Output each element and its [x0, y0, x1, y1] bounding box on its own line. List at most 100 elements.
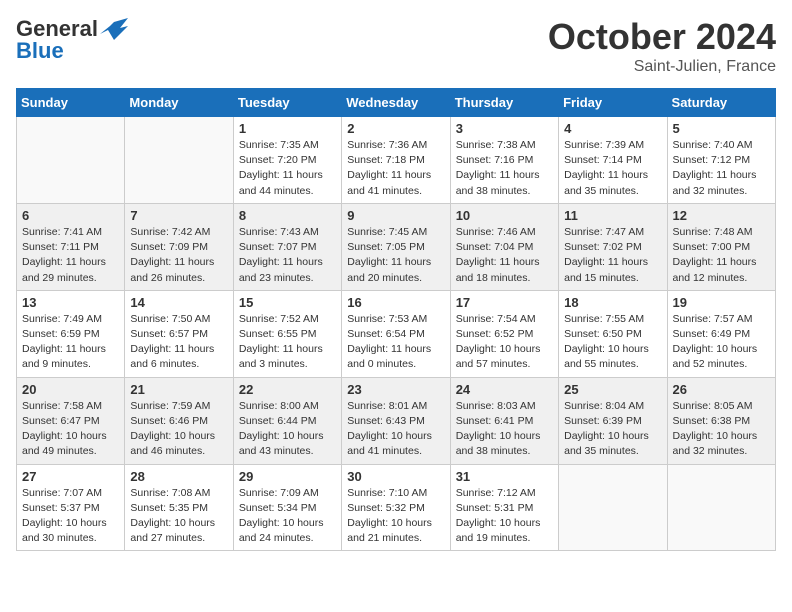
day-number: 12 [673, 208, 770, 223]
day-number: 22 [239, 382, 336, 397]
day-number: 1 [239, 121, 336, 136]
calendar-day-cell: 24Sunrise: 8:03 AM Sunset: 6:41 PM Dayli… [450, 377, 558, 464]
calendar-week-row: 27Sunrise: 7:07 AM Sunset: 5:37 PM Dayli… [17, 464, 776, 551]
col-friday: Friday [559, 89, 667, 117]
day-info: Sunrise: 7:36 AM Sunset: 7:18 PM Dayligh… [347, 138, 444, 199]
day-info: Sunrise: 7:45 AM Sunset: 7:05 PM Dayligh… [347, 225, 444, 286]
calendar-day-cell: 19Sunrise: 7:57 AM Sunset: 6:49 PM Dayli… [667, 290, 775, 377]
calendar-day-cell [125, 117, 233, 204]
calendar-week-row: 13Sunrise: 7:49 AM Sunset: 6:59 PM Dayli… [17, 290, 776, 377]
calendar-day-cell [17, 117, 125, 204]
logo: General Blue [16, 16, 128, 64]
day-info: Sunrise: 8:05 AM Sunset: 6:38 PM Dayligh… [673, 399, 770, 460]
calendar-day-cell: 11Sunrise: 7:47 AM Sunset: 7:02 PM Dayli… [559, 203, 667, 290]
calendar-day-cell: 8 Sunrise: 7:43 AM Sunset: 7:07 PM Daylig… [233, 203, 341, 290]
day-number: 3 [456, 121, 553, 136]
day-number: 15 [239, 295, 336, 310]
page-header: General Blue October 2024 Saint-Julien, … [16, 16, 776, 76]
calendar-week-row: 20 Sunrise: 7:58 AM Sunset: 6:47 PM Dayli… [17, 377, 776, 464]
location: Saint-Julien, France [548, 58, 776, 76]
calendar-day-cell: 30 Sunrise: 7:10 AM Sunset: 5:32 PM Dayli… [342, 464, 450, 551]
calendar-day-cell: 23Sunrise: 8:01 AM Sunset: 6:43 PM Dayli… [342, 377, 450, 464]
day-number: 8 [239, 208, 336, 223]
calendar-day-cell: 28 Sunrise: 7:08 AM Sunset: 5:35 PM Dayli… [125, 464, 233, 551]
day-info: Sunrise: 8:00 AM Sunset: 6:44 PM Dayligh… [239, 399, 336, 460]
calendar-day-cell: 4Sunrise: 7:39 AM Sunset: 7:14 PM Daylig… [559, 117, 667, 204]
calendar-day-cell: 16 Sunrise: 7:53 AM Sunset: 6:54 PM Dayli… [342, 290, 450, 377]
calendar-day-cell: 15Sunrise: 7:52 AM Sunset: 6:55 PM Dayli… [233, 290, 341, 377]
calendar-day-cell [667, 464, 775, 551]
day-number: 21 [130, 382, 227, 397]
calendar-day-cell: 2 Sunrise: 7:36 AM Sunset: 7:18 PM Daylig… [342, 117, 450, 204]
calendar-day-cell: 5 Sunrise: 7:40 AM Sunset: 7:12 PM Daylig… [667, 117, 775, 204]
day-number: 14 [130, 295, 227, 310]
calendar-day-cell: 21 Sunrise: 7:59 AM Sunset: 6:46 PM Dayli… [125, 377, 233, 464]
calendar-week-row: 6 Sunrise: 7:41 AM Sunset: 7:11 PM Daylig… [17, 203, 776, 290]
day-info: Sunrise: 7:55 AM Sunset: 6:50 PM Dayligh… [564, 312, 661, 373]
day-info: Sunrise: 7:49 AM Sunset: 6:59 PM Dayligh… [22, 312, 119, 373]
calendar-day-cell: 29 Sunrise: 7:09 AM Sunset: 5:34 PM Dayli… [233, 464, 341, 551]
calendar-day-cell: 6 Sunrise: 7:41 AM Sunset: 7:11 PM Daylig… [17, 203, 125, 290]
calendar-day-cell: 9 Sunrise: 7:45 AM Sunset: 7:05 PM Daylig… [342, 203, 450, 290]
calendar-day-cell: 20 Sunrise: 7:58 AM Sunset: 6:47 PM Dayli… [17, 377, 125, 464]
day-number: 16 [347, 295, 444, 310]
day-number: 28 [130, 469, 227, 484]
calendar-day-cell: 22 Sunrise: 8:00 AM Sunset: 6:44 PM Dayli… [233, 377, 341, 464]
day-number: 9 [347, 208, 444, 223]
day-number: 6 [22, 208, 119, 223]
day-info: Sunrise: 7:58 AM Sunset: 6:47 PM Dayligh… [22, 399, 119, 460]
day-info: Sunrise: 8:03 AM Sunset: 6:41 PM Dayligh… [456, 399, 553, 460]
day-info: Sunrise: 7:09 AM Sunset: 5:34 PM Dayligh… [239, 486, 336, 547]
calendar-day-cell: 3 Sunrise: 7:38 AM Sunset: 7:16 PM Daylig… [450, 117, 558, 204]
day-number: 5 [673, 121, 770, 136]
day-info: Sunrise: 7:53 AM Sunset: 6:54 PM Dayligh… [347, 312, 444, 373]
logo-bird-icon [100, 18, 128, 40]
day-info: Sunrise: 7:35 AM Sunset: 7:20 PM Dayligh… [239, 138, 336, 199]
day-number: 20 [22, 382, 119, 397]
day-info: Sunrise: 7:54 AM Sunset: 6:52 PM Dayligh… [456, 312, 553, 373]
day-info: Sunrise: 7:38 AM Sunset: 7:16 PM Dayligh… [456, 138, 553, 199]
day-number: 17 [456, 295, 553, 310]
day-info: Sunrise: 7:12 AM Sunset: 5:31 PM Dayligh… [456, 486, 553, 547]
day-info: Sunrise: 7:41 AM Sunset: 7:11 PM Dayligh… [22, 225, 119, 286]
day-info: Sunrise: 7:48 AM Sunset: 7:00 PM Dayligh… [673, 225, 770, 286]
day-info: Sunrise: 7:43 AM Sunset: 7:07 PM Dayligh… [239, 225, 336, 286]
calendar-day-cell: 26 Sunrise: 8:05 AM Sunset: 6:38 PM Dayli… [667, 377, 775, 464]
day-number: 7 [130, 208, 227, 223]
month-title: October 2024 [548, 16, 776, 58]
day-number: 18 [564, 295, 661, 310]
col-sunday: Sunday [17, 89, 125, 117]
calendar-day-cell: 31 Sunrise: 7:12 AM Sunset: 5:31 PM Dayli… [450, 464, 558, 551]
col-monday: Monday [125, 89, 233, 117]
calendar-day-cell: 7Sunrise: 7:42 AM Sunset: 7:09 PM Daylig… [125, 203, 233, 290]
day-info: Sunrise: 8:01 AM Sunset: 6:43 PM Dayligh… [347, 399, 444, 460]
day-info: Sunrise: 7:47 AM Sunset: 7:02 PM Dayligh… [564, 225, 661, 286]
calendar-day-cell: 14 Sunrise: 7:50 AM Sunset: 6:57 PM Dayli… [125, 290, 233, 377]
day-info: Sunrise: 7:40 AM Sunset: 7:12 PM Dayligh… [673, 138, 770, 199]
calendar-day-cell [559, 464, 667, 551]
day-number: 30 [347, 469, 444, 484]
day-info: Sunrise: 7:10 AM Sunset: 5:32 PM Dayligh… [347, 486, 444, 547]
day-number: 4 [564, 121, 661, 136]
logo-blue-text: Blue [16, 38, 64, 64]
calendar-day-cell: 13Sunrise: 7:49 AM Sunset: 6:59 PM Dayli… [17, 290, 125, 377]
calendar-header-row: Sunday Monday Tuesday Wednesday Thursday… [17, 89, 776, 117]
col-thursday: Thursday [450, 89, 558, 117]
day-number: 26 [673, 382, 770, 397]
day-number: 31 [456, 469, 553, 484]
day-number: 2 [347, 121, 444, 136]
day-number: 25 [564, 382, 661, 397]
day-info: Sunrise: 7:50 AM Sunset: 6:57 PM Dayligh… [130, 312, 227, 373]
day-info: Sunrise: 7:59 AM Sunset: 6:46 PM Dayligh… [130, 399, 227, 460]
day-number: 19 [673, 295, 770, 310]
day-number: 29 [239, 469, 336, 484]
calendar-day-cell: 18 Sunrise: 7:55 AM Sunset: 6:50 PM Dayli… [559, 290, 667, 377]
day-info: Sunrise: 7:08 AM Sunset: 5:35 PM Dayligh… [130, 486, 227, 547]
col-tuesday: Tuesday [233, 89, 341, 117]
calendar-week-row: 1 Sunrise: 7:35 AM Sunset: 7:20 PM Daylig… [17, 117, 776, 204]
calendar-day-cell: 17 Sunrise: 7:54 AM Sunset: 6:52 PM Dayli… [450, 290, 558, 377]
calendar-day-cell: 27Sunrise: 7:07 AM Sunset: 5:37 PM Dayli… [17, 464, 125, 551]
calendar-day-cell: 25Sunrise: 8:04 AM Sunset: 6:39 PM Dayli… [559, 377, 667, 464]
calendar-table: Sunday Monday Tuesday Wednesday Thursday… [16, 88, 776, 551]
col-wednesday: Wednesday [342, 89, 450, 117]
